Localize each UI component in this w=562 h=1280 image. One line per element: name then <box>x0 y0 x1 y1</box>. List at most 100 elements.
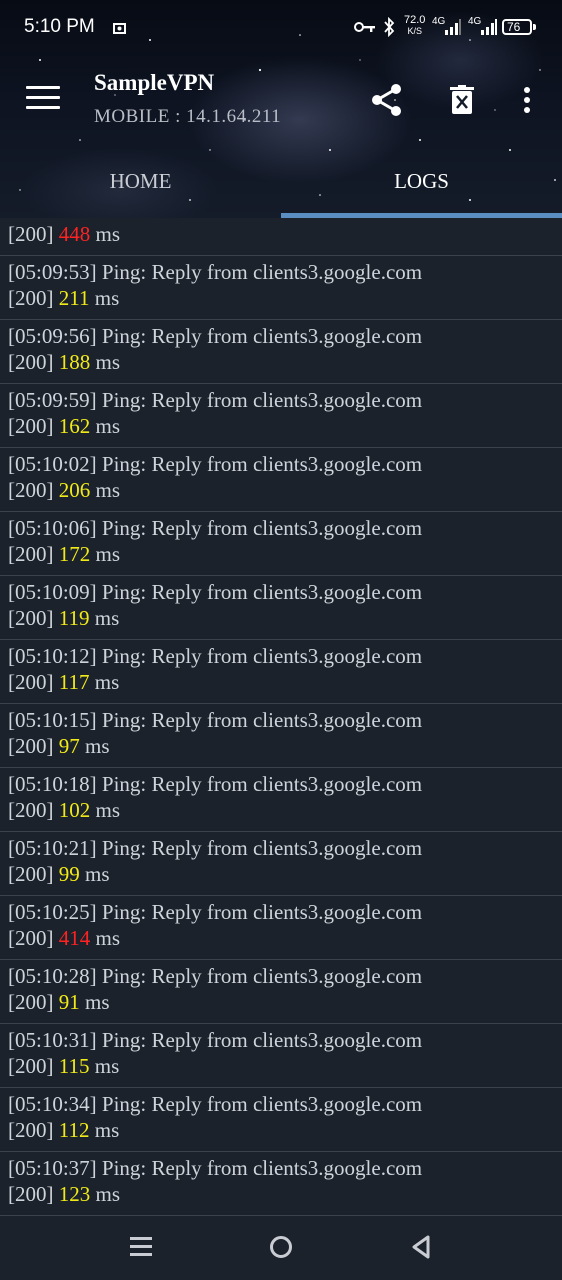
log-status: [200] <box>8 798 54 822</box>
signal-icon <box>445 19 461 35</box>
log-entry: [05:10:09] Ping: Reply from clients3.goo… <box>0 576 562 640</box>
log-entry-partial: [200] 448 ms <box>0 218 562 256</box>
latency-unit: ms <box>94 670 120 694</box>
log-result-line: [200] 112 ms <box>8 1118 119 1143</box>
latency-value: 91 <box>58 990 80 1014</box>
latency-value: 211 <box>58 286 90 310</box>
status-time: 5:10 PM <box>24 16 95 37</box>
log-entry: [05:10:06] Ping: Reply from clients3.goo… <box>0 512 562 576</box>
latency-unit: ms <box>85 990 110 1014</box>
latency-value: 119 <box>58 606 90 630</box>
log-result-line: [200] 115 ms <box>8 1054 119 1079</box>
latency-value: 188 <box>58 350 91 374</box>
log-entry: [05:10:25] Ping: Reply from clients3.goo… <box>0 896 562 960</box>
log-status: [200] <box>8 734 54 758</box>
latency-value: 206 <box>58 478 91 502</box>
log-entry: [05:10:37] Ping: Reply from clients3.goo… <box>0 1152 562 1216</box>
delete-icon[interactable] <box>450 85 474 115</box>
status-bar: 5:10 PM 72.0 K/S 4G 4G 76 <box>0 0 562 56</box>
latency-value: 97 <box>58 734 80 758</box>
latency-value: 117 <box>58 670 90 694</box>
log-message: [05:10:34] Ping: Reply from clients3.goo… <box>8 1092 423 1116</box>
log-status: [200] <box>8 478 54 502</box>
log-status: [200] <box>8 1054 54 1078</box>
network-speed-value: 72.0 <box>404 14 426 26</box>
latency-unit: ms <box>95 1182 121 1206</box>
log-entry: [05:10:12] Ping: Reply from clients3.goo… <box>0 640 562 704</box>
log-status: [200] <box>8 990 54 1014</box>
signal-icon-2 <box>481 19 497 35</box>
log-status: [200] <box>8 222 54 246</box>
log-result-line: [200] 91 ms <box>8 990 110 1015</box>
log-entry: [05:09:59] Ping: Reply from clients3.goo… <box>0 384 562 448</box>
log-status: [200] <box>8 1118 54 1142</box>
latency-unit: ms <box>95 414 121 438</box>
log-status: [200] <box>8 286 54 310</box>
latency-value: 448 <box>58 222 91 246</box>
latency-unit: ms <box>85 862 110 886</box>
battery-level: 76 <box>507 20 521 34</box>
log-entry: [05:10:21] Ping: Reply from clients3.goo… <box>0 832 562 896</box>
latency-unit: ms <box>95 350 121 374</box>
latency-unit: ms <box>94 606 120 630</box>
log-result-line: [200] 119 ms <box>8 606 119 631</box>
log-status: [200] <box>8 926 54 950</box>
home-icon[interactable] <box>269 1234 293 1260</box>
latency-value: 172 <box>58 542 91 566</box>
latency-unit: ms <box>95 222 121 246</box>
log-list[interactable]: [200] 448 ms [05:09:53] Ping: Reply from… <box>0 218 562 1216</box>
log-result-line: [200] 172 ms <box>8 542 120 567</box>
log-result-line: [200] 414 ms <box>8 926 120 951</box>
recent-apps-icon[interactable] <box>130 1234 152 1260</box>
more-icon[interactable] <box>522 86 532 114</box>
log-message: [05:10:15] Ping: Reply from clients3.goo… <box>8 708 423 732</box>
log-status: [200] <box>8 670 54 694</box>
log-entry: [05:10:18] Ping: Reply from clients3.goo… <box>0 768 562 832</box>
latency-value: 112 <box>58 1118 90 1142</box>
log-entry: [05:10:28] Ping: Reply from clients3.goo… <box>0 960 562 1024</box>
log-result-line: [200] 162 ms <box>8 414 120 439</box>
key-icon <box>354 22 375 32</box>
log-entry: [05:09:56] Ping: Reply from clients3.goo… <box>0 320 562 384</box>
log-message: [05:09:59] Ping: Reply from clients3.goo… <box>8 388 423 412</box>
log-result-line: [200] 211 ms <box>8 286 119 311</box>
latency-unit: ms <box>94 286 120 310</box>
back-icon[interactable] <box>410 1234 432 1260</box>
log-message: [05:09:56] Ping: Reply from clients3.goo… <box>8 324 423 348</box>
bluetooth-icon <box>384 17 395 37</box>
share-icon[interactable] <box>370 83 404 117</box>
latency-unit: ms <box>94 1118 120 1142</box>
log-entry: [05:10:15] Ping: Reply from clients3.goo… <box>0 704 562 768</box>
log-result-line: [200] 123 ms <box>8 1182 120 1207</box>
latency-value: 99 <box>58 862 80 886</box>
log-status: [200] <box>8 606 54 630</box>
log-status: [200] <box>8 350 54 374</box>
notification-icon <box>113 23 126 34</box>
app-title: SampleVPN <box>94 70 215 95</box>
log-message: [05:10:31] Ping: Reply from clients3.goo… <box>8 1028 423 1052</box>
log-result-line: [200] 448 ms <box>8 222 120 247</box>
latency-value: 162 <box>58 414 91 438</box>
log-status: [200] <box>8 542 54 566</box>
log-status: [200] <box>8 862 54 886</box>
menu-icon[interactable] <box>26 86 60 112</box>
latency-unit: ms <box>95 478 121 502</box>
tab-logs[interactable]: LOGS <box>281 160 562 218</box>
network-speed: 72.0 K/S <box>404 15 425 37</box>
log-result-line: [200] 97 ms <box>8 734 110 759</box>
log-message: [05:10:18] Ping: Reply from clients3.goo… <box>8 772 423 796</box>
latency-value: 123 <box>58 1182 91 1206</box>
log-result-line: [200] 99 ms <box>8 862 110 887</box>
latency-unit: ms <box>95 926 121 950</box>
network-speed-unit: K/S <box>407 26 422 36</box>
log-message: [05:10:37] Ping: Reply from clients3.goo… <box>8 1156 423 1180</box>
tab-home[interactable]: HOME <box>0 160 281 218</box>
log-status: [200] <box>8 414 54 438</box>
log-result-line: [200] 102 ms <box>8 798 120 823</box>
battery-tip <box>533 24 536 30</box>
log-entry: [05:10:34] Ping: Reply from clients3.goo… <box>0 1088 562 1152</box>
log-message: [05:10:06] Ping: Reply from clients3.goo… <box>8 516 423 540</box>
log-entry: [05:10:31] Ping: Reply from clients3.goo… <box>0 1024 562 1088</box>
battery-icon: 76 <box>502 19 532 35</box>
app-header: 5:10 PM 72.0 K/S 4G 4G 76 SampleVPN MOBI… <box>0 0 562 218</box>
